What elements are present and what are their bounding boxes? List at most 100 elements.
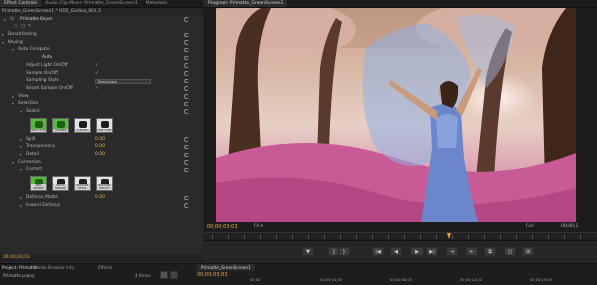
fit-dropdown[interactable]: Fit	[254, 222, 263, 232]
effect-name-row[interactable]: ▾ fx Primatte Keyer	[0, 16, 203, 24]
effect-property-row[interactable]: ▾ Selection	[0, 100, 203, 108]
reset-icon[interactable]	[184, 203, 189, 208]
effect-property-row[interactable]: ▾ Auto Compute	[0, 46, 203, 54]
disclosure-triangle-icon[interactable]: ▾	[20, 166, 22, 174]
reset-icon[interactable]	[184, 109, 189, 114]
disclosure-triangle-icon[interactable]: ▸	[20, 143, 22, 151]
reset-icon[interactable]	[184, 144, 189, 150]
effect-tile-button[interactable]: FINE TUNE	[96, 117, 113, 133]
project-file-name[interactable]: Primatte.prproj	[3, 272, 35, 279]
project-panel-tab[interactable]: Info	[66, 264, 74, 271]
panel-tab[interactable]: Audio Clip Mixer: Primatte_GreenScreen1	[41, 0, 142, 7]
timeline-tab[interactable]: Primatte_GreenScreen1	[197, 264, 255, 271]
reset-icon[interactable]	[184, 152, 189, 157]
reset-icon[interactable]	[184, 47, 189, 53]
property-value[interactable]: 0.00	[95, 151, 105, 159]
effect-property-row[interactable]: ▾ Correct	[0, 166, 203, 174]
reset-icon[interactable]	[184, 94, 189, 99]
effect-property-row[interactable]: Sample On/Off ✓	[0, 70, 203, 78]
disclosure-triangle-icon[interactable]: ▸	[20, 151, 22, 159]
effect-tile-button[interactable]: MATTE SPONGE	[52, 176, 69, 192]
reset-icon[interactable]	[184, 78, 189, 84]
panel-tab[interactable]: Program: Primatte_GreenScreen1	[204, 0, 288, 7]
sampling-style-dropdown[interactable]: Rectangle	[95, 78, 151, 84]
effect-property-row[interactable]: Sampling Style Rectangle	[0, 77, 203, 85]
transport-button[interactable]: ▼	[302, 247, 314, 256]
effect-tile-button[interactable]: CLEANBG	[52, 117, 69, 133]
project-panel-tab[interactable]: Effects	[98, 264, 112, 271]
reset-icon[interactable]	[184, 32, 189, 38]
playhead-marker[interactable]	[447, 233, 451, 239]
effect-property-row[interactable]: Smart Sample On/Off ✓	[0, 85, 203, 93]
disclosure-triangle-icon[interactable]: ▸	[20, 194, 22, 202]
disclosure-triangle-icon[interactable]: ▸	[2, 31, 4, 39]
timeline-timecode[interactable]: 00;00;03;03	[197, 272, 228, 279]
reset-icon[interactable]	[184, 160, 189, 165]
disclosure-triangle-icon[interactable]: ▾	[2, 39, 4, 47]
effect-property-row[interactable]: ▾ Select	[0, 108, 203, 116]
reset-icon[interactable]	[184, 195, 189, 201]
reset-icon[interactable]	[184, 63, 189, 68]
disclosure-triangle-icon[interactable]: ▸	[20, 202, 22, 210]
panel-tab[interactable]: Metadata	[142, 0, 171, 7]
effect-property-row[interactable]: ▸ Detail 0.00	[0, 151, 203, 159]
reset-icon[interactable]	[184, 101, 189, 107]
mask-rect-icon[interactable]: □	[21, 23, 25, 31]
property-value[interactable]: 0.00	[95, 194, 105, 202]
effect-property-row[interactable]: ▾ Correction	[0, 159, 203, 167]
disclosure-triangle-icon[interactable]: ▸	[20, 136, 22, 144]
reset-icon[interactable]	[184, 71, 189, 76]
tool-ripple-icon[interactable]	[170, 271, 178, 279]
effect-tile-button[interactable]: RESTORE OPACITY	[96, 176, 113, 192]
transport-button[interactable]: ▶|	[426, 247, 438, 256]
effect-property-row[interactable]: Auto	[0, 54, 203, 62]
property-value[interactable]: 0.00	[95, 143, 105, 151]
effect-tile-button[interactable]: RESTORE DETAIL	[74, 176, 91, 192]
transport-button[interactable]: ◀	[390, 247, 402, 256]
reset-icon[interactable]	[184, 40, 189, 45]
checkbox-check-icon[interactable]: ✓	[95, 62, 99, 70]
reset-icon[interactable]	[184, 167, 189, 173]
program-time-ruler[interactable]	[204, 232, 597, 240]
effect-tile-button[interactable]: CLEANFG	[74, 117, 91, 133]
project-panel-tab[interactable]: Media Browser	[34, 264, 65, 271]
effect-property-row[interactable]: ▾ Keying	[0, 39, 203, 47]
disclosure-triangle-icon[interactable]: ▾	[12, 100, 14, 108]
fx-icon[interactable]: fx	[10, 16, 14, 24]
reset-icon[interactable]	[184, 137, 189, 142]
transport-button[interactable]: ◫	[504, 247, 516, 256]
mask-pen-icon[interactable]: ✎	[28, 23, 32, 31]
effect-tile-button[interactable]: SPILL SPONGE	[30, 176, 47, 192]
program-timecode[interactable]: 00;00;03;03	[207, 222, 238, 232]
checkbox-check-icon[interactable]: ✓	[95, 70, 99, 78]
transport-button[interactable]: ⇥	[446, 247, 458, 256]
disclosure-triangle-icon[interactable]: ▸	[12, 93, 14, 101]
effect-property-row[interactable]: ▸ Deartifacting	[0, 31, 203, 39]
tool-selection-icon[interactable]	[160, 271, 168, 279]
checkbox-check-icon[interactable]: ✓	[95, 85, 99, 93]
effect-property-row[interactable]: ▸ Defocus Matte 0.00	[0, 194, 203, 202]
effect-controls-timecode[interactable]: 00;00;03;03	[3, 254, 30, 262]
transport-button[interactable]: }	[338, 247, 350, 256]
transport-button[interactable]: ⊞	[522, 247, 534, 256]
reset-icon[interactable]	[184, 17, 189, 22]
panel-tab[interactable]: Effect Controls	[0, 0, 41, 7]
property-value[interactable]: 0.00	[95, 136, 105, 144]
disclosure-triangle-icon[interactable]: ▾	[12, 46, 14, 54]
effect-property-row[interactable]: ▸ View	[0, 93, 203, 101]
reset-icon[interactable]	[184, 55, 189, 61]
transport-button[interactable]: ⧉	[484, 247, 496, 256]
disclosure-triangle-icon[interactable]: ▾	[4, 16, 6, 24]
effect-property-row[interactable]: Adjust Light On/Off ✓	[0, 62, 203, 70]
effect-property-row[interactable]: ▸ Spill 0.00	[0, 136, 203, 144]
mask-ellipse-icon[interactable]: ○	[14, 23, 18, 31]
effect-tile-button[interactable]: SELECTION	[30, 117, 47, 133]
resolution-dropdown[interactable]: Full	[526, 222, 534, 232]
transport-button[interactable]: ⇤	[466, 247, 478, 256]
reset-icon[interactable]	[184, 86, 189, 91]
project-panel-tab[interactable]: Project: Primatte	[2, 264, 37, 271]
disclosure-triangle-icon[interactable]: ▾	[12, 159, 14, 167]
effect-property-row[interactable]: ▸ Inward Defocus	[0, 202, 203, 210]
effect-property-row[interactable]: ▸ Transparency 0.00	[0, 143, 203, 151]
transport-button[interactable]: |◀	[372, 247, 384, 256]
